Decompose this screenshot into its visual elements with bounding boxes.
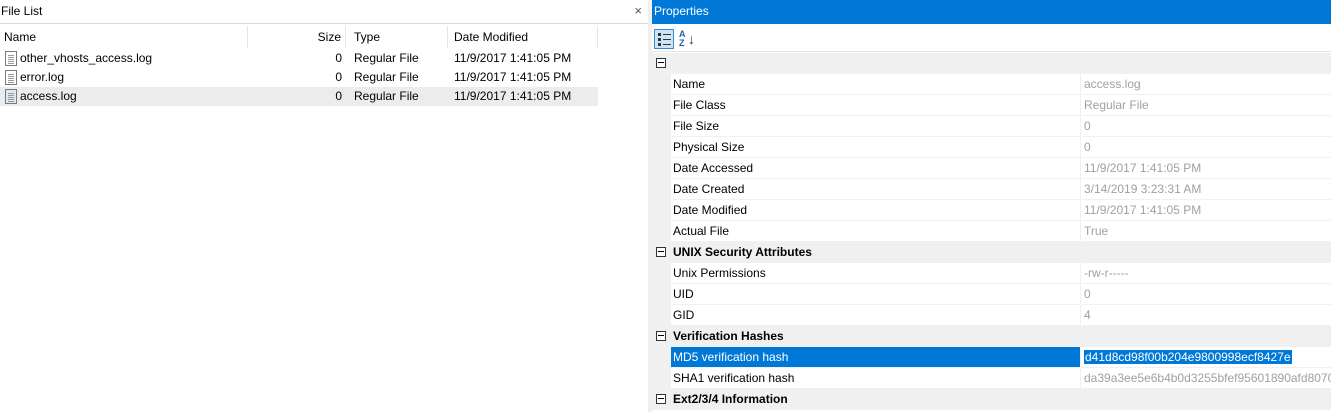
property-category[interactable]: UNIX Security Attributes — [652, 242, 1331, 263]
property-row[interactable]: UID 0 — [652, 284, 1331, 305]
file-name: access.log — [20, 89, 77, 103]
property-name: Unix Permissions — [671, 263, 1081, 284]
property-name: Date Accessed — [671, 158, 1081, 179]
collapse-icon[interactable] — [656, 247, 666, 257]
property-row[interactable]: Name access.log — [652, 74, 1331, 95]
file-name: error.log — [20, 70, 65, 84]
property-row[interactable]: GID 4 — [652, 305, 1331, 326]
collapse-icon[interactable] — [656, 58, 666, 68]
category-label: UNIX Security Attributes — [673, 245, 812, 259]
property-name: Date Modified — [671, 200, 1081, 221]
file-list-pane: File List × Name Size Type Date Modified… — [0, 0, 648, 412]
property-grid: Name access.log File Class Regular File Fi… — [652, 53, 1331, 410]
property-name: Actual File — [671, 221, 1081, 242]
file-list-title: File List — [1, 4, 43, 18]
property-category[interactable]: Ext2/3/4 Information — [652, 389, 1331, 410]
file-date-modified: 11/9/2017 1:41:05 PM — [454, 70, 572, 84]
properties-toolbar: A Z ↓ — [652, 26, 1331, 52]
property-row[interactable]: File Size 0 — [652, 116, 1331, 137]
property-value[interactable]: Regular File — [1082, 95, 1331, 116]
collapse-icon[interactable] — [656, 394, 666, 404]
property-row[interactable]: Date Modified 11/9/2017 1:41:05 PM — [652, 200, 1331, 221]
column-header-type[interactable]: Type — [346, 26, 448, 48]
file-list-header: File List × — [0, 0, 648, 24]
file-size: 0 — [335, 89, 342, 103]
property-value[interactable]: True — [1082, 221, 1331, 242]
property-category[interactable] — [652, 53, 1331, 74]
file-list-rows: other_vhosts_access.log 0 Regular File 1… — [0, 49, 598, 106]
property-row[interactable]: Date Created 3/14/2019 3:23:31 AM — [652, 179, 1331, 200]
close-icon[interactable]: × — [634, 3, 642, 19]
file-row[interactable]: error.log 0 Regular File 11/9/2017 1:41:… — [0, 68, 598, 87]
file-icon — [5, 51, 17, 66]
column-header-size[interactable]: Size — [248, 26, 346, 48]
property-value[interactable]: d41d8cd98f00b204e9800998ecf8427e — [1082, 347, 1331, 368]
file-size: 0 — [335, 51, 342, 65]
file-row[interactable]: other_vhosts_access.log 0 Regular File 1… — [0, 49, 598, 68]
property-value[interactable]: 0 — [1082, 137, 1331, 158]
property-row[interactable]: File Class Regular File — [652, 95, 1331, 116]
file-type: Regular File — [354, 89, 419, 103]
property-row[interactable]: Date Accessed 11/9/2017 1:41:05 PM — [652, 158, 1331, 179]
property-name: GID — [671, 305, 1081, 326]
property-value[interactable]: 11/9/2017 1:41:05 PM — [1082, 158, 1331, 179]
property-value[interactable]: da39a3ee5e6b4b0d3255bfef95601890afd80709 — [1082, 368, 1331, 389]
property-value[interactable]: -rw-r----- — [1082, 263, 1331, 284]
property-value[interactable]: 0 — [1082, 284, 1331, 305]
property-name: SHA1 verification hash — [671, 368, 1081, 389]
property-name: File Class — [671, 95, 1081, 116]
file-type: Regular File — [354, 51, 419, 65]
file-date-modified: 11/9/2017 1:41:05 PM — [454, 51, 572, 65]
file-type: Regular File — [354, 70, 419, 84]
property-row[interactable]: Unix Permissions -rw-r----- — [652, 263, 1331, 284]
file-date-modified: 11/9/2017 1:41:05 PM — [454, 89, 572, 103]
property-category[interactable]: Verification Hashes — [652, 326, 1331, 347]
property-value-text[interactable]: d41d8cd98f00b204e9800998ecf8427e — [1084, 350, 1292, 364]
sort-alphabetical-icon[interactable]: A Z ↓ — [678, 29, 698, 49]
property-value[interactable]: 0 — [1082, 116, 1331, 137]
property-name: Date Created — [671, 179, 1081, 200]
properties-title: Properties — [654, 4, 709, 18]
category-label: Verification Hashes — [673, 329, 784, 343]
property-value[interactable]: 3/14/2019 3:23:31 AM — [1082, 179, 1331, 200]
property-value[interactable]: 11/9/2017 1:41:05 PM — [1082, 200, 1331, 221]
properties-header: Properties — [652, 0, 1331, 24]
file-row-selected[interactable]: access.log 0 Regular File 11/9/2017 1:41… — [0, 87, 598, 106]
property-name: File Size — [671, 116, 1081, 137]
property-value[interactable]: 4 — [1082, 305, 1331, 326]
column-header-row: Name Size Type Date Modified — [0, 26, 598, 48]
collapse-icon[interactable] — [656, 331, 666, 341]
column-header-date-modified[interactable]: Date Modified — [448, 26, 598, 48]
file-name: other_vhosts_access.log — [20, 51, 153, 65]
property-row[interactable]: Physical Size 0 — [652, 137, 1331, 158]
property-name: MD5 verification hash — [671, 347, 1081, 368]
file-icon — [5, 70, 17, 85]
file-icon — [5, 89, 17, 104]
file-size: 0 — [335, 70, 342, 84]
property-name: UID — [671, 284, 1081, 305]
property-name: Physical Size — [671, 137, 1081, 158]
property-row[interactable]: SHA1 verification hash da39a3ee5e6b4b0d32… — [652, 368, 1331, 389]
property-name: Name — [671, 74, 1081, 95]
property-row-selected[interactable]: MD5 verification hash d41d8cd98f00b204e98… — [652, 347, 1331, 368]
property-value[interactable]: access.log — [1082, 74, 1331, 95]
property-row[interactable]: Actual File True — [652, 221, 1331, 242]
categorized-icon[interactable] — [654, 29, 674, 49]
properties-pane: Properties A Z ↓ Name access.log File Class… — [652, 0, 1331, 412]
column-header-name[interactable]: Name — [0, 26, 248, 48]
category-label: Ext2/3/4 Information — [673, 392, 788, 406]
